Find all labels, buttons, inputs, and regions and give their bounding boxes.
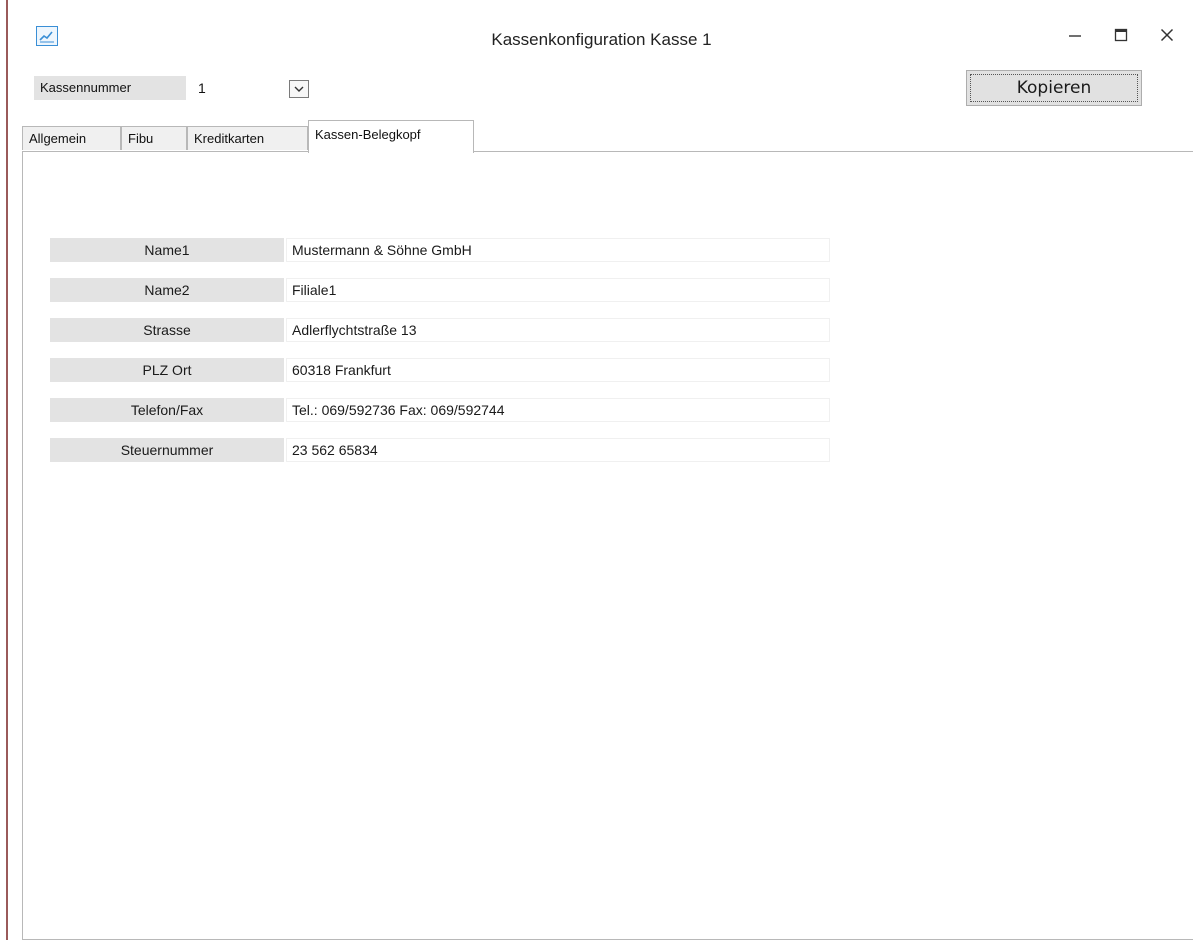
name1-field[interactable]: Mustermann & Söhne GmbH	[286, 238, 830, 262]
belegkopf-panel: Name1 Mustermann & Söhne GmbH Name2 Fili…	[22, 151, 1193, 940]
minimize-icon[interactable]	[1060, 20, 1090, 50]
tab-allgemein[interactable]: Allgemein	[22, 126, 121, 150]
chevron-down-icon	[294, 86, 304, 92]
client-area: Kassennummer 1 Kopieren Allgemein Fibu K…	[22, 66, 1193, 940]
tab-kreditkarten[interactable]: Kreditkarten	[187, 126, 308, 150]
kassennummer-value[interactable]: 1	[198, 76, 206, 100]
tab-kassen-belegkopf[interactable]: Kassen-Belegkopf	[308, 120, 474, 153]
title-bar[interactable]: Kassenkonfiguration Kasse 1	[10, 0, 1193, 66]
close-icon[interactable]	[1152, 20, 1182, 50]
name2-field[interactable]: Filiale1	[286, 278, 830, 302]
maximize-icon[interactable]	[1106, 20, 1136, 50]
steuernummer-field[interactable]: 23 562 65834	[286, 438, 830, 462]
tab-fibu[interactable]: Fibu	[121, 126, 187, 150]
strasse-field[interactable]: Adlerflychtstraße 13	[286, 318, 830, 342]
kassennummer-dropdown[interactable]	[289, 80, 309, 98]
plz-ort-label: PLZ Ort	[50, 358, 284, 382]
window-title: Kassenkonfiguration Kasse 1	[491, 30, 712, 49]
name2-label: Name2	[50, 278, 284, 302]
telefon-fax-label: Telefon/Fax	[50, 398, 284, 422]
kopieren-button[interactable]: Kopieren	[966, 70, 1142, 106]
steuernummer-label: Steuernummer	[50, 438, 284, 462]
telefon-fax-field[interactable]: Tel.: 069/592736 Fax: 069/592744	[286, 398, 830, 422]
name1-label: Name1	[50, 238, 284, 262]
plz-ort-field[interactable]: 60318 Frankfurt	[286, 358, 830, 382]
strasse-label: Strasse	[50, 318, 284, 342]
kassennummer-label: Kassennummer	[34, 76, 186, 100]
window-left-edge	[6, 0, 8, 940]
